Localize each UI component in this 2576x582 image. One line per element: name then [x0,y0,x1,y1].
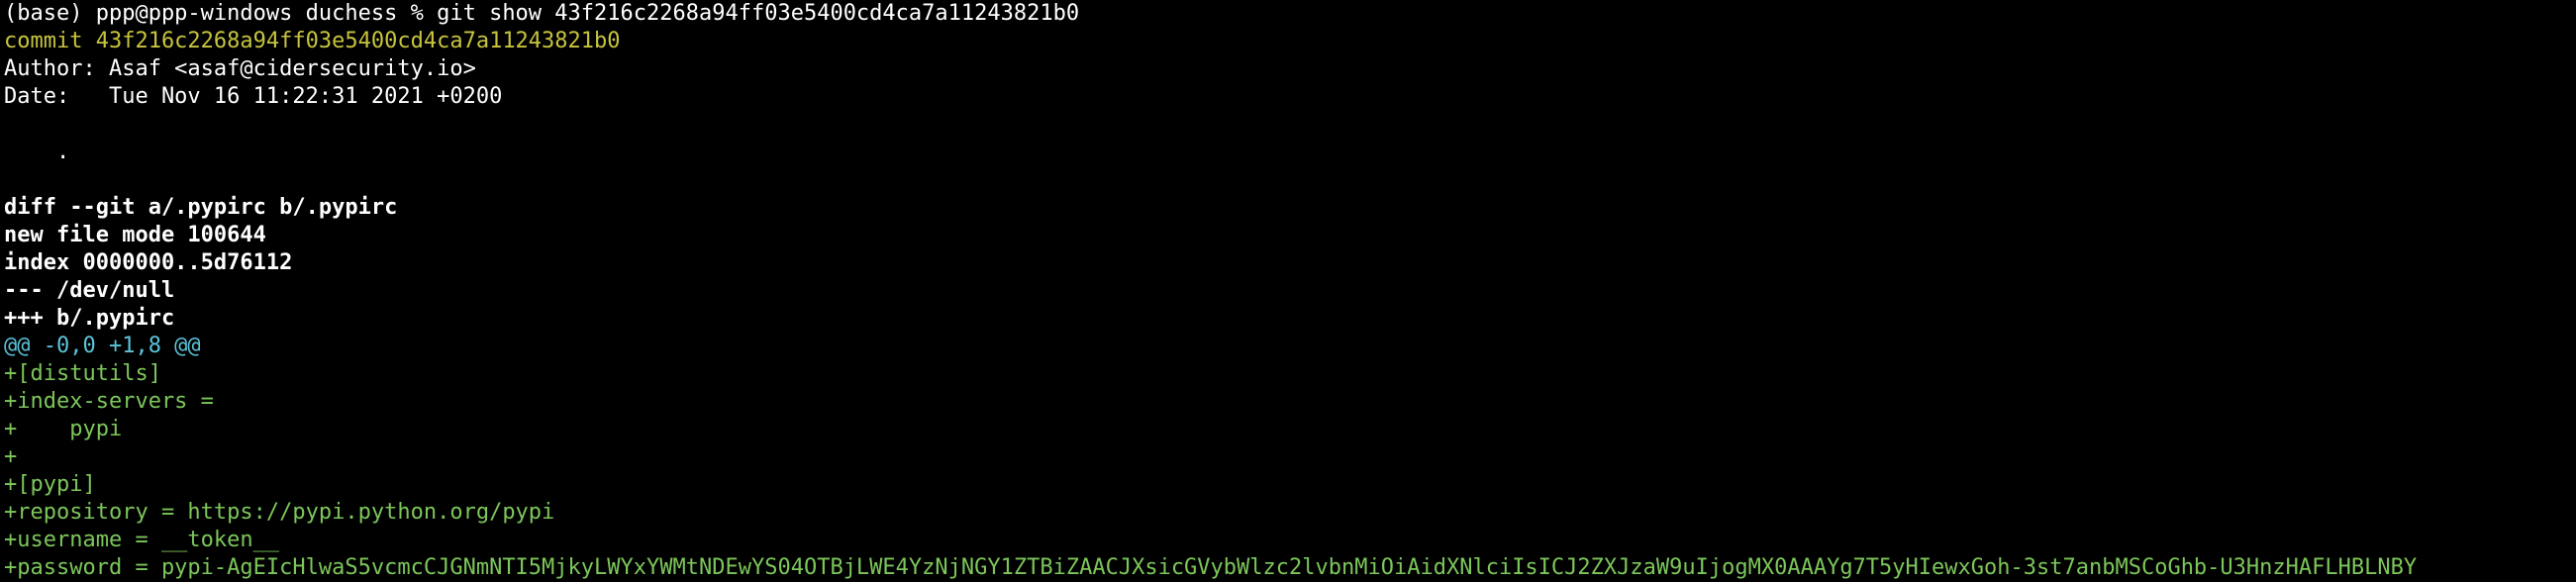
commit-date-line: Date: Tue Nov 16 11:22:31 2021 +0200 [4,84,503,109]
command-prompt-line: (base) ppp@ppp-windows duchess % git sho… [4,1,1080,26]
added-line: +[distutils] [4,361,161,386]
index-line: index 0000000..5d76112 [4,250,293,275]
diff-header-line: diff --git a/.pypirc b/.pypirc [4,195,398,220]
commit-message-line: . [4,140,70,164]
commit-hash-line: commit 43f216c2268a94ff03e5400cd4ca7a112… [4,29,621,53]
new-file-line: +++ b/.pypirc [4,306,175,331]
added-line: + [4,444,18,469]
added-line: + pypi [4,417,123,441]
hunk-header-line: @@ -0,0 +1,8 @@ [4,334,201,358]
added-line: +repository = https://pypi.python.org/py… [4,500,555,525]
commit-author-line: Author: Asaf <asaf@cidersecurity.io> [4,56,476,81]
added-password-line: +password = pypi-AgEIcHlwaS5vcmcCJGNmNTI… [4,555,2418,580]
terminal-window[interactable]: (base) ppp@ppp-windows duchess % git sho… [0,0,2576,582]
added-line: +[pypi] [4,472,96,497]
added-line: +index-servers = [4,389,214,414]
file-mode-line: new file mode 100644 [4,223,266,247]
old-file-line: --- /dev/null [4,278,175,303]
added-line: +username = __token__ [4,528,280,552]
